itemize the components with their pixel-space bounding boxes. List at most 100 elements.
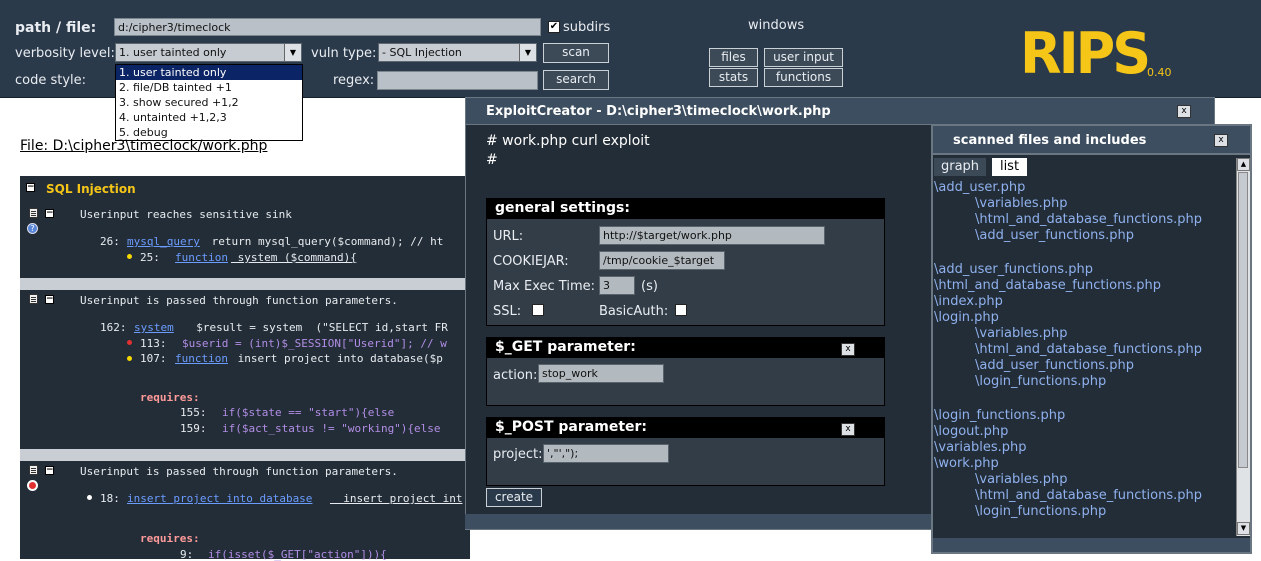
exploit-window-title: ExploitCreator - D:\cipher3\timeclock\wo… xyxy=(486,104,831,119)
file-link[interactable]: \login_functions.php xyxy=(934,374,1234,390)
search-button[interactable]: search xyxy=(543,70,609,90)
scrollbar-thumb[interactable] xyxy=(1238,172,1248,468)
collapse-icon[interactable]: − xyxy=(45,209,54,218)
path-label: path / file: xyxy=(15,20,97,36)
code-line: return mysql_query($command); // ht xyxy=(205,235,444,248)
code-line: $userid = (int)$_SESSION["Userid"]; // w xyxy=(182,337,447,350)
project-input[interactable]: ',"',"); xyxy=(543,444,669,463)
basicauth-checkbox[interactable] xyxy=(675,304,687,316)
file-link[interactable]: \variables.php xyxy=(934,472,1234,488)
chevron-down-icon[interactable]: ▼ xyxy=(284,44,301,61)
cookiejar-label: COOKIEJAR: xyxy=(493,254,569,269)
document-icon[interactable] xyxy=(29,208,38,218)
code-function-link[interactable]: insert project into database xyxy=(127,492,312,505)
target-icon[interactable] xyxy=(27,480,38,491)
file-link[interactable]: \html_and_database_functions.php xyxy=(934,212,1234,228)
rips-logo: RIPS xyxy=(1020,20,1151,87)
chevron-down-icon[interactable]: ▼ xyxy=(519,44,536,61)
file-link[interactable]: \work.php xyxy=(934,456,1234,472)
max-exec-input[interactable]: 3 xyxy=(599,276,635,295)
line-number: 162: xyxy=(100,321,127,334)
vuln-type-select[interactable]: - SQL Injection ▼ xyxy=(378,43,537,62)
ssl-label: SSL: xyxy=(493,304,522,319)
block-heading: Userinput is passed through function par… xyxy=(80,465,398,478)
code-line: if($state == "start"){else xyxy=(222,406,395,419)
close-icon[interactable]: x xyxy=(1177,105,1191,118)
file-link[interactable]: \login_functions.php xyxy=(934,504,1234,520)
vuln-type-label: vuln type: xyxy=(311,46,377,61)
marker-dot xyxy=(127,254,132,259)
verbosity-option[interactable]: 1. user tainted only xyxy=(116,65,302,80)
file-link[interactable]: \html_and_database_functions.php xyxy=(934,488,1234,504)
collapse-icon[interactable]: − xyxy=(45,295,54,304)
scan-button[interactable]: scan xyxy=(543,43,609,63)
help-icon[interactable]: ? xyxy=(27,223,38,234)
action-label: action: xyxy=(493,368,538,383)
file-title[interactable]: File: D:\cipher3\timeclock/work.php xyxy=(20,138,267,154)
scroll-down-icon[interactable]: ▼ xyxy=(1237,522,1250,535)
regex-input[interactable] xyxy=(377,71,538,90)
file-link[interactable]: \logout.php xyxy=(934,424,1234,440)
file-link[interactable]: \add_user_functions.php xyxy=(934,228,1234,244)
create-button[interactable]: create xyxy=(486,488,542,507)
divider xyxy=(20,278,465,290)
file-link[interactable]: \index.php xyxy=(934,294,1234,310)
functions-button[interactable]: functions xyxy=(764,68,843,87)
file-link[interactable]: \html_and_database_functions.php xyxy=(934,342,1234,358)
line-number: 9: xyxy=(180,548,194,561)
cookiejar-input[interactable]: /tmp/cookie_$target xyxy=(599,251,725,270)
stats-button[interactable]: stats xyxy=(709,68,758,87)
file-link[interactable]: \add_user_functions.php xyxy=(934,358,1234,374)
file-link[interactable]: \html_and_database_functions.php xyxy=(934,278,1234,294)
collapse-icon[interactable]: − xyxy=(45,466,54,475)
verbosity-option[interactable]: 3. show secured +1,2 xyxy=(116,95,302,110)
tab-graph[interactable]: graph xyxy=(934,158,986,176)
marker-dot xyxy=(87,495,92,500)
file-link[interactable]: \variables.php xyxy=(934,196,1234,212)
close-icon[interactable]: x xyxy=(1214,134,1228,147)
code-function-link[interactable]: function xyxy=(175,352,228,365)
files-button[interactable]: files xyxy=(709,48,758,67)
scroll-up-icon[interactable]: ▲ xyxy=(1237,158,1250,171)
close-icon[interactable]: x xyxy=(841,343,855,356)
subdirs-checkbox[interactable]: ✔ xyxy=(548,21,560,33)
user-input-button[interactable]: user input xyxy=(764,48,843,67)
verbosity-dropdown: 1. user tainted only 2. file/DB tainted … xyxy=(115,64,303,141)
code-function-link[interactable]: function xyxy=(175,251,228,264)
line-number: 25: xyxy=(140,251,160,264)
file-link[interactable]: \add_user.php xyxy=(934,180,1234,196)
collapse-icon[interactable]: − xyxy=(26,183,35,192)
file-link[interactable]: \variables.php xyxy=(934,326,1234,342)
vuln-section-title: SQL Injection xyxy=(46,182,136,196)
code-function-link[interactable]: system xyxy=(134,321,174,334)
url-input[interactable]: http://$target/work.php xyxy=(599,226,825,245)
line-number: 155: xyxy=(180,406,207,419)
document-icon[interactable] xyxy=(29,294,38,304)
file-link[interactable]: \add_user_functions.php xyxy=(934,262,1234,278)
path-input[interactable]: d:/cipher3/timeclock xyxy=(114,18,541,36)
code-line: system ($command){ xyxy=(231,251,357,264)
document-icon[interactable] xyxy=(29,465,38,475)
requires-label: requires: xyxy=(140,532,200,545)
close-icon[interactable]: x xyxy=(841,423,855,436)
verbosity-select[interactable]: 1. user tainted only ▼ xyxy=(115,43,302,62)
max-exec-label: Max Exec Time: xyxy=(493,279,595,294)
marker-dot xyxy=(127,356,132,361)
verbosity-option[interactable]: 4. untainted +1,2,3 xyxy=(116,110,302,125)
code-line: if($act_status != "working"){else xyxy=(222,422,441,435)
project-label: project: xyxy=(493,447,543,462)
file-list: \add_user.php \variables.php \html_and_dat… xyxy=(934,180,1234,535)
code-function-link[interactable]: mysql_query xyxy=(127,235,200,248)
action-input[interactable]: stop_work xyxy=(538,364,664,383)
tab-list[interactable]: list xyxy=(992,158,1027,176)
ssl-checkbox[interactable] xyxy=(532,304,544,316)
line-number: 113: xyxy=(140,337,167,350)
file-link[interactable]: \login_functions.php xyxy=(934,408,1234,424)
file-link[interactable]: \login.php xyxy=(934,310,1234,326)
scanned-window-title: scanned files and includes xyxy=(953,133,1147,148)
verbosity-option[interactable]: 2. file/DB tainted +1 xyxy=(116,80,302,95)
code-line: if(isset($_GET["action"])){ xyxy=(208,548,387,561)
max-exec-unit: (s) xyxy=(641,279,658,294)
file-link[interactable]: \variables.php xyxy=(934,440,1234,456)
line-number: 107: xyxy=(140,352,167,365)
